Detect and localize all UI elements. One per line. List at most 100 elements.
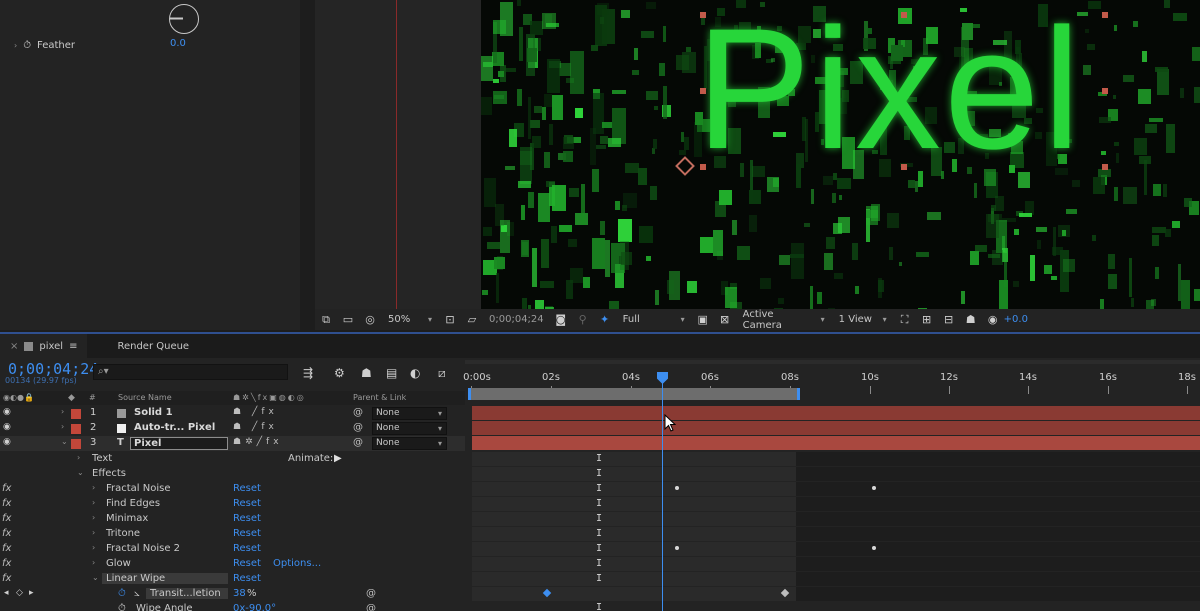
in-point-marker-icon[interactable]: I	[596, 543, 602, 554]
effect-row[interactable]: fx › Fractal Noise Reset	[0, 482, 465, 497]
bounding-handle[interactable]	[901, 164, 907, 170]
collapse-chevron-icon[interactable]: ⌄	[77, 468, 84, 477]
pickwhip-icon[interactable]: @	[353, 422, 363, 433]
time-navigator[interactable]	[465, 360, 1200, 364]
region-icon[interactable]: ▱	[465, 313, 479, 326]
effect-marker-dot[interactable]	[872, 546, 876, 550]
bounding-handle[interactable]	[700, 12, 706, 18]
expand-chevron-icon[interactable]: ›	[61, 407, 64, 416]
eye-icon[interactable]: ◉	[3, 437, 11, 447]
expand-chevron-icon[interactable]: ›	[92, 513, 95, 522]
reset-link[interactable]: Reset	[233, 558, 261, 569]
time-ruler[interactable]: 0:00s 02s 04s 06s 08s 10s 12s 14s 16s 18…	[463, 366, 1200, 394]
viewer-timecode[interactable]: 0;00;04;24	[489, 314, 544, 325]
vr-goggles-icon[interactable]: ◎	[363, 313, 377, 326]
add-keyframe-icon[interactable]: ◇	[16, 588, 23, 598]
fx-icon[interactable]: fx	[2, 558, 11, 569]
property-row[interactable]: ◂ ◇ ▸ ⏱ ⦣ Transit...letion 38 % @	[0, 587, 465, 602]
in-point-marker-icon[interactable]: I	[596, 602, 602, 611]
layer-name-edit-field[interactable]: Pixel	[130, 437, 228, 450]
reset-link[interactable]: Reset	[233, 528, 261, 539]
close-icon[interactable]: ×	[10, 341, 18, 352]
reset-link[interactable]: Reset	[233, 498, 261, 509]
stopwatch-icon[interactable]: ⏱	[118, 603, 126, 611]
layer-bar-solid-1[interactable]	[472, 406, 1200, 420]
comp-mini-flowchart-icon[interactable]: ⇶	[303, 366, 313, 380]
layer-row[interactable]: ◉ ⌄ 3 T Pixel ☗✲╱fx @ None ▾	[0, 436, 465, 451]
in-point-marker-icon[interactable]: I	[596, 483, 602, 494]
tab-pixel[interactable]: × pixel ≡	[0, 334, 88, 358]
layer-label-color[interactable]	[71, 439, 81, 449]
expand-chevron-icon[interactable]: ›	[92, 483, 95, 492]
layer-name[interactable]: Solid 1	[134, 407, 173, 418]
fx-icon[interactable]: fx	[2, 483, 11, 494]
effect-row[interactable]: fx ⌄ Linear Wipe Reset	[0, 572, 465, 587]
effect-row[interactable]: fx › Glow Reset Options...	[0, 557, 465, 572]
bounding-handle[interactable]	[700, 88, 706, 94]
expand-chevron-icon[interactable]: ›	[92, 558, 95, 567]
fx-icon[interactable]: fx	[2, 573, 11, 584]
work-area-bar[interactable]	[468, 388, 800, 400]
collapse-chevron-icon[interactable]: ⌄	[61, 437, 68, 446]
view-layout-dropdown[interactable]: 1 View ▾	[835, 312, 891, 328]
layer-bar-pixel[interactable]	[472, 436, 1200, 450]
timeline-icon[interactable]: ⊟	[942, 313, 956, 326]
shy-layers-icon[interactable]: ☗	[361, 366, 372, 380]
channel-icon[interactable]: ✦	[598, 313, 612, 326]
effect-row[interactable]: fx › Find Edges Reset	[0, 497, 465, 512]
transparency-grid-icon[interactable]: ⊠	[718, 313, 732, 326]
graph-icon[interactable]: ⦣	[134, 588, 140, 599]
toggle-pixel-icon[interactable]: ⛶	[898, 313, 912, 326]
bounding-handle[interactable]	[700, 164, 706, 170]
fx-icon[interactable]: fx	[2, 528, 11, 539]
fx-icon[interactable]: fx	[2, 498, 11, 509]
pickwhip-icon[interactable]: @	[366, 603, 376, 611]
property-row[interactable]: ⏱ Wipe Angle 0x-90.0° @	[0, 602, 465, 611]
expand-chevron-icon[interactable]: ›	[61, 422, 64, 431]
bounding-handle[interactable]	[1102, 164, 1108, 170]
reset-link[interactable]: Reset	[233, 543, 261, 554]
stopwatch-icon[interactable]: ⏱	[23, 40, 31, 51]
pickwhip-icon[interactable]: @	[366, 588, 376, 599]
in-point-marker-icon[interactable]: I	[596, 468, 602, 479]
options-link[interactable]: Options...	[273, 558, 321, 569]
layer-switches[interactable]: ☗ ╱fx	[233, 407, 278, 417]
current-time-indicator[interactable]	[662, 374, 663, 611]
effect-row[interactable]: fx › Fractal Noise 2 Reset	[0, 542, 465, 557]
layer-bar-auto-trace[interactable]	[472, 421, 1200, 435]
layer-name[interactable]: Auto-tr... Pixel	[134, 422, 215, 433]
exposure-value[interactable]: +0.0	[1004, 314, 1028, 325]
fx-icon[interactable]: fx	[2, 543, 11, 554]
wipe-angle-value[interactable]: 0x-90.0°	[233, 603, 276, 611]
expand-chevron-icon[interactable]: ›	[92, 498, 95, 507]
bounding-handle[interactable]	[1102, 88, 1108, 94]
camera-dropdown[interactable]: Active Camera ▾	[739, 309, 829, 331]
transition-value[interactable]: 38	[233, 588, 246, 599]
parent-dropdown[interactable]: None ▾	[372, 407, 447, 420]
flowchart-icon[interactable]: ☗	[964, 313, 978, 326]
expand-chevron-icon[interactable]: ›	[92, 528, 95, 537]
expand-chevron-icon[interactable]: ›	[77, 453, 80, 462]
reset-link[interactable]: Reset	[233, 483, 261, 494]
effect-marker-dot[interactable]	[675, 546, 679, 550]
reset-exposure-icon[interactable]: ⊞	[920, 313, 934, 326]
layer-search-input[interactable]: ⌕▾	[93, 364, 288, 380]
keyframe-nav-left-icon[interactable]: ◂	[4, 588, 9, 598]
collapse-chevron-icon[interactable]: ⌄	[92, 573, 99, 582]
effect-row[interactable]: fx › Minimax Reset	[0, 512, 465, 527]
layer-switches[interactable]: ☗ ╱fx	[233, 422, 278, 432]
animate-menu-icon[interactable]: ▶	[334, 453, 342, 464]
in-point-marker-icon[interactable]: I	[596, 528, 602, 539]
expand-chevron-icon[interactable]: ›	[92, 543, 95, 552]
text-property-group[interactable]: › Text Animate: ▶	[0, 452, 465, 467]
zoom-dropdown[interactable]: 50% ▾	[384, 312, 436, 328]
exposure-icon[interactable]: ◉	[986, 313, 1000, 326]
source-name-column-header[interactable]: Source Name	[118, 393, 172, 402]
tab-render-queue[interactable]: Render Queue	[107, 334, 199, 358]
layer-switches[interactable]: ☗✲╱fx	[233, 437, 283, 447]
fit-icon[interactable]: ⊡	[443, 313, 457, 326]
layer-label-color[interactable]	[71, 424, 81, 434]
effects-property-group[interactable]: ⌄ Effects	[0, 467, 465, 482]
monitor-icon[interactable]: ▭	[341, 313, 355, 326]
effect-marker-dot[interactable]	[872, 486, 876, 490]
